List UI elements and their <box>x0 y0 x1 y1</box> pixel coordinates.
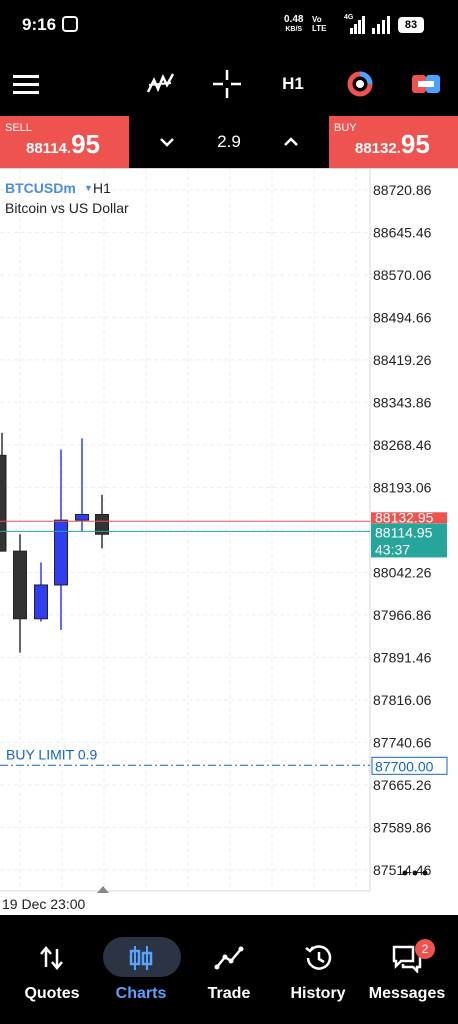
price-tick-label: 88042.26 <box>373 564 432 580</box>
volume-down-icon[interactable] <box>155 130 179 154</box>
status-time: 9:16 <box>22 15 57 34</box>
candle-body <box>54 519 68 586</box>
buy-limit-label[interactable]: BUY LIMIT 0.9 <box>6 746 98 762</box>
price-tick-label: 88343.86 <box>373 394 432 410</box>
sell-button[interactable]: SELL 88114.95 <box>0 116 129 168</box>
nav-quotes[interactable]: Quotes <box>6 915 98 1024</box>
volume-up-icon[interactable] <box>279 130 303 154</box>
time-axis-label: 19 Dec 23:00 <box>2 896 85 912</box>
timeframe-label: H1 <box>93 180 111 196</box>
nav-trade[interactable]: Trade <box>183 915 275 1024</box>
price-tick-label: 88494.66 <box>373 309 432 325</box>
price-tick-label: 88193.06 <box>373 479 432 495</box>
notification-icon <box>62 16 78 32</box>
volte-label: Vo LTE <box>312 15 327 33</box>
trade-bar: SELL 88114.95 2.9 BUY 88132.95 <box>0 116 458 168</box>
price-tick-label: 88720.86 <box>373 182 432 198</box>
price-tick-label: 88645.46 <box>373 224 432 240</box>
buy-price-prefix: 88132. <box>355 140 401 157</box>
quotes-icon <box>40 946 63 970</box>
price-tick-label: 88419.26 <box>373 352 432 368</box>
nav-quotes-label: Quotes <box>24 985 80 1002</box>
crosshair-icon[interactable] <box>208 64 246 104</box>
price-tick-label: 87514.46 <box>373 862 432 878</box>
sell-price-big: 95 <box>71 129 100 159</box>
bid-price-label: 88114.95 <box>375 524 433 540</box>
price-tick-label: 87665.26 <box>373 777 432 793</box>
chart-toolbar: H1 <box>0 52 458 116</box>
nav-messages[interactable]: 2 Messages <box>361 915 453 1024</box>
nav-messages-label: Messages <box>368 985 446 1002</box>
trade-panel-icon[interactable] <box>408 64 444 104</box>
volume-control: 2.9 <box>129 116 329 168</box>
candle-body <box>13 550 27 620</box>
net-speed: 0.48 KB/S <box>284 15 303 35</box>
candle-body <box>0 454 7 552</box>
net-speed-value: 0.48 <box>284 14 304 25</box>
buy-price: 88132.95 <box>355 129 430 160</box>
net-speed-unit: KB/S <box>285 26 303 33</box>
status-bar: 9:16 0.48 KB/S Vo LTE 4G 83 <box>0 0 458 52</box>
symbol-label[interactable]: BTCUSDm <box>5 180 76 196</box>
nav-trade-label: Trade <box>207 985 251 1002</box>
price-tick-label: 87966.86 <box>373 607 432 623</box>
nav-history-label: History <box>290 985 346 1002</box>
scroll-marker-icon <box>97 886 109 893</box>
price-tick-label: 88570.06 <box>373 267 432 283</box>
charts-icon <box>129 946 153 970</box>
menu-icon[interactable] <box>8 64 44 104</box>
buy-button[interactable]: BUY 88132.95 <box>329 116 458 168</box>
trade-icon <box>214 946 244 970</box>
signal-icon: 4G <box>344 14 366 34</box>
price-tick-label: 87816.06 <box>373 692 432 708</box>
more-options-icon[interactable] <box>402 870 428 876</box>
sell-price-prefix: 88114. <box>26 140 72 157</box>
nav-charts[interactable]: Charts <box>95 915 187 1024</box>
price-tick-label: 87891.46 <box>373 649 432 665</box>
one-click-trading-icon[interactable] <box>342 64 378 104</box>
candle-body <box>75 514 89 521</box>
volume-value[interactable]: 2.9 <box>199 132 259 152</box>
bottom-nav: Quotes Charts Trade History 2 Messages <box>0 915 458 1024</box>
history-icon <box>305 945 332 970</box>
bar-timer-label: 43:37 <box>375 541 410 557</box>
buy-limit-price-label: 87700.00 <box>375 758 434 774</box>
price-tick-label: 87589.86 <box>373 819 432 835</box>
sell-price: 88114.95 <box>26 129 100 160</box>
buy-price-big: 95 <box>400 129 430 159</box>
price-tick-label: 88268.46 <box>373 437 432 453</box>
price-chart[interactable]: 88720.86 88645.46 88570.06 88494.66 88419.26… <box>0 168 458 915</box>
battery-icon: 83 <box>398 17 424 33</box>
buy-label: BUY <box>334 122 357 134</box>
nav-history[interactable]: History <box>272 915 364 1024</box>
price-tick-label: 87740.66 <box>373 734 432 750</box>
symbol-dropdown-icon: ▼ <box>84 183 93 193</box>
nav-charts-label: Charts <box>115 985 167 1002</box>
timeframe-button[interactable]: H1 <box>274 64 312 104</box>
indicators-icon[interactable] <box>142 64 178 104</box>
ask-price-label: 88132.95 <box>375 509 434 525</box>
signal-icon-2 <box>370 16 392 34</box>
chart-canvas[interactable]: 88720.86 88645.46 88570.06 88494.66 88419.26… <box>0 169 458 916</box>
symbol-description: Bitcoin vs US Dollar <box>5 200 129 216</box>
candle-body <box>34 584 48 620</box>
messages-badge: 2 <box>415 939 435 959</box>
network-gen: 4G <box>344 14 354 21</box>
